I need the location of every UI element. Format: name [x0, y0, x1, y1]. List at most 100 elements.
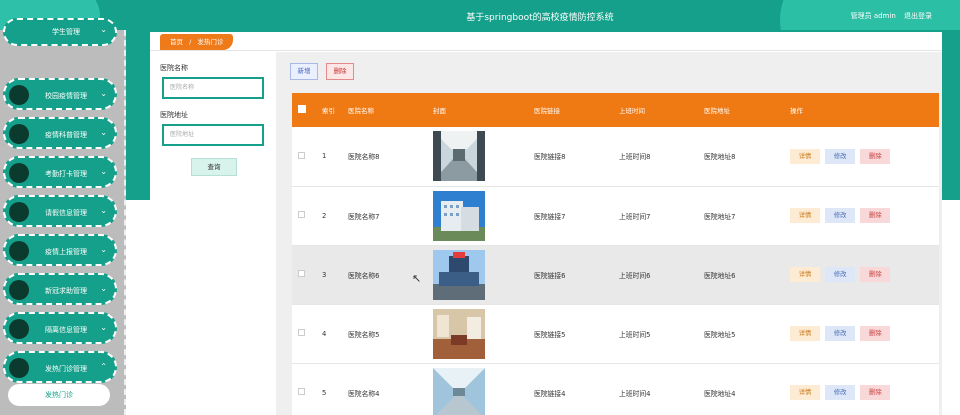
sidebar-item[interactable]: 发热门诊管理 ⌃: [3, 351, 117, 383]
row-hospital-address: 医院地址5: [698, 304, 784, 364]
sidebar-item[interactable]: 考勤打卡管理 ⌄: [3, 156, 117, 188]
row-checkbox-cell: [292, 304, 316, 364]
sidebar-item-label: 校园疫情管理: [45, 92, 87, 100]
chevron-down-icon: ⌄: [100, 167, 107, 176]
cover-image: [433, 308, 528, 359]
detail-button[interactable]: 详情: [790, 326, 820, 341]
breadcrumb: 首页 / 发热门诊: [160, 34, 234, 50]
row-cover: [427, 127, 528, 187]
detail-button[interactable]: 详情: [790, 267, 820, 282]
edit-button[interactable]: 修改: [825, 208, 856, 223]
chevron-down-icon: ⌄: [100, 323, 107, 332]
breadcrumb-current: 发热门诊: [197, 38, 224, 46]
sidebar-item-label: 疫情上报管理: [45, 248, 87, 256]
row-hospital-address: 医院地址4: [698, 363, 784, 415]
detail-button[interactable]: 详情: [790, 148, 820, 164]
app-title: 基于springboot的高校疫情防控系统: [466, 13, 614, 23]
logout-link[interactable]: 退出登录: [904, 12, 932, 20]
row-hospital-name: 医院名称5: [342, 304, 427, 364]
add-button[interactable]: 新增: [290, 63, 318, 80]
sidebar-item[interactable]: 疫情科普管理 ⌄: [3, 117, 117, 149]
row-cover: [427, 363, 528, 415]
row-work-time: 上班时间7: [613, 186, 698, 246]
table-row[interactable]: 3 医院名称6 医院链接6 上班时间6 医院地址6 详情 修改 删除: [292, 245, 939, 305]
sidebar-item-label: 学生管理: [52, 28, 80, 36]
detail-button[interactable]: 详情: [790, 385, 820, 400]
row-checkbox[interactable]: [298, 329, 305, 336]
cover-image: [433, 190, 528, 241]
edit-button[interactable]: 修改: [825, 385, 856, 400]
sidebar-item-label: 请假信息管理: [45, 209, 87, 217]
table-row[interactable]: 5 医院名称4 医院链接4 上班时间4 医院地址4 详情 修改 删除: [292, 363, 939, 415]
query-button[interactable]: 查询: [191, 158, 237, 176]
mouse-cursor-icon: ↖: [412, 272, 422, 285]
sidebar-item[interactable]: 新冠求助管理 ⌄: [3, 273, 117, 305]
edit-button[interactable]: 修改: [825, 148, 856, 164]
delete-button[interactable]: 删除: [860, 267, 891, 282]
col-time: 上班时间: [619, 107, 645, 115]
top-header: 基于springboot的高校疫情防控系统 管理员 admin 退出登录: [0, 0, 960, 30]
delete-button[interactable]: 删除: [860, 148, 891, 164]
sidebar-item-label: 疫情科普管理: [45, 131, 87, 139]
edit-button[interactable]: 修改: [825, 267, 856, 282]
table-row[interactable]: 1 医院名称8 医院链接8 上班时间8 医院地址8 详情 修改 删除: [292, 127, 939, 187]
sidebar-item[interactable]: 隔离信息管理 ⌄: [3, 312, 117, 344]
row-cover: [427, 304, 528, 364]
sidebar-item[interactable]: 疫情上报管理 ⌄: [3, 234, 117, 266]
cover-image: [433, 367, 528, 415]
menu-dot-icon: [9, 280, 29, 300]
row-checkbox-cell: [292, 363, 316, 415]
col-cover: 封面: [433, 107, 446, 115]
chevron-down-icon: ⌄: [100, 25, 107, 34]
row-hospital-name: 医院名称7: [342, 186, 427, 246]
menu-dot-icon: [9, 319, 29, 339]
chevron-down-icon: ⌄: [100, 89, 107, 98]
sidebar-item[interactable]: 请假信息管理 ⌄: [3, 195, 117, 227]
menu-dot-icon: [9, 85, 29, 105]
batch-delete-button[interactable]: 删除: [326, 63, 354, 80]
sidebar-item-student[interactable]: 学生管理 ⌄: [3, 18, 117, 46]
detail-button[interactable]: 详情: [790, 208, 820, 223]
breadcrumb-home[interactable]: 首页: [170, 38, 183, 46]
table-row[interactable]: 4 医院名称5 医院链接5 上班时间5 医院地址5 详情 修改 删除: [292, 304, 939, 364]
row-hospital-name: 医院名称4: [342, 363, 427, 415]
chevron-down-icon: ⌄: [100, 245, 107, 254]
table-row[interactable]: 2 医院名称7 医院链接7 上班时间7 医院地址7 详情 修改 删除: [292, 186, 939, 246]
delete-button[interactable]: 删除: [860, 326, 891, 341]
row-checkbox-cell: [292, 245, 316, 305]
sidebar-subitem-fever-clinic[interactable]: 发热门诊: [8, 384, 110, 406]
row-actions: 详情 修改 删除: [784, 245, 939, 305]
row-cover: [427, 186, 528, 246]
cover-image: [433, 249, 528, 300]
edit-button[interactable]: 修改: [825, 326, 856, 341]
row-checkbox[interactable]: [298, 388, 305, 395]
row-hospital-address: 医院地址7: [698, 186, 784, 246]
col-link: 医院链接: [534, 107, 560, 115]
sidebar-item-label: 发热门诊管理: [45, 365, 87, 373]
select-all-checkbox[interactable]: [298, 105, 306, 113]
menu-dot-icon: [9, 202, 29, 222]
col-address: 医院地址: [704, 107, 730, 115]
row-work-time: 上班时间4: [613, 363, 698, 415]
row-hospital-link: 医院链接8: [528, 127, 613, 187]
row-cover: [427, 245, 528, 305]
content-card: 首页 / 发热门诊 医院名称 医院名称 医院地址 医院地址 查询 新增 删除 索…: [150, 32, 942, 415]
hospital-name-input[interactable]: 医院名称: [162, 77, 264, 99]
row-checkbox[interactable]: [298, 270, 305, 277]
user-area: 管理员 admin 退出登录: [845, 11, 932, 21]
row-actions: 详情 修改 删除: [784, 186, 939, 246]
row-work-time: 上班时间6: [613, 245, 698, 305]
table-panel: 新增 删除 索引 医院名称 封面 医院链接 上班时间 医院地址 操作 1 医院名…: [276, 52, 942, 415]
table-header-row: 索引 医院名称 封面 医院链接 上班时间 医院地址 操作: [292, 93, 939, 127]
row-checkbox[interactable]: [298, 211, 305, 218]
row-index: 5: [316, 363, 342, 415]
divider: [150, 50, 942, 51]
delete-button[interactable]: 删除: [860, 385, 891, 400]
row-checkbox[interactable]: [298, 151, 305, 159]
delete-button[interactable]: 删除: [860, 208, 891, 223]
sidebar-item-label: 考勤打卡管理: [45, 170, 87, 178]
sidebar-item[interactable]: 校园疫情管理 ⌄: [3, 78, 117, 110]
hospital-address-input[interactable]: 医院地址: [162, 124, 264, 146]
cover-image: [433, 131, 528, 182]
chevron-down-icon: ⌄: [100, 206, 107, 215]
